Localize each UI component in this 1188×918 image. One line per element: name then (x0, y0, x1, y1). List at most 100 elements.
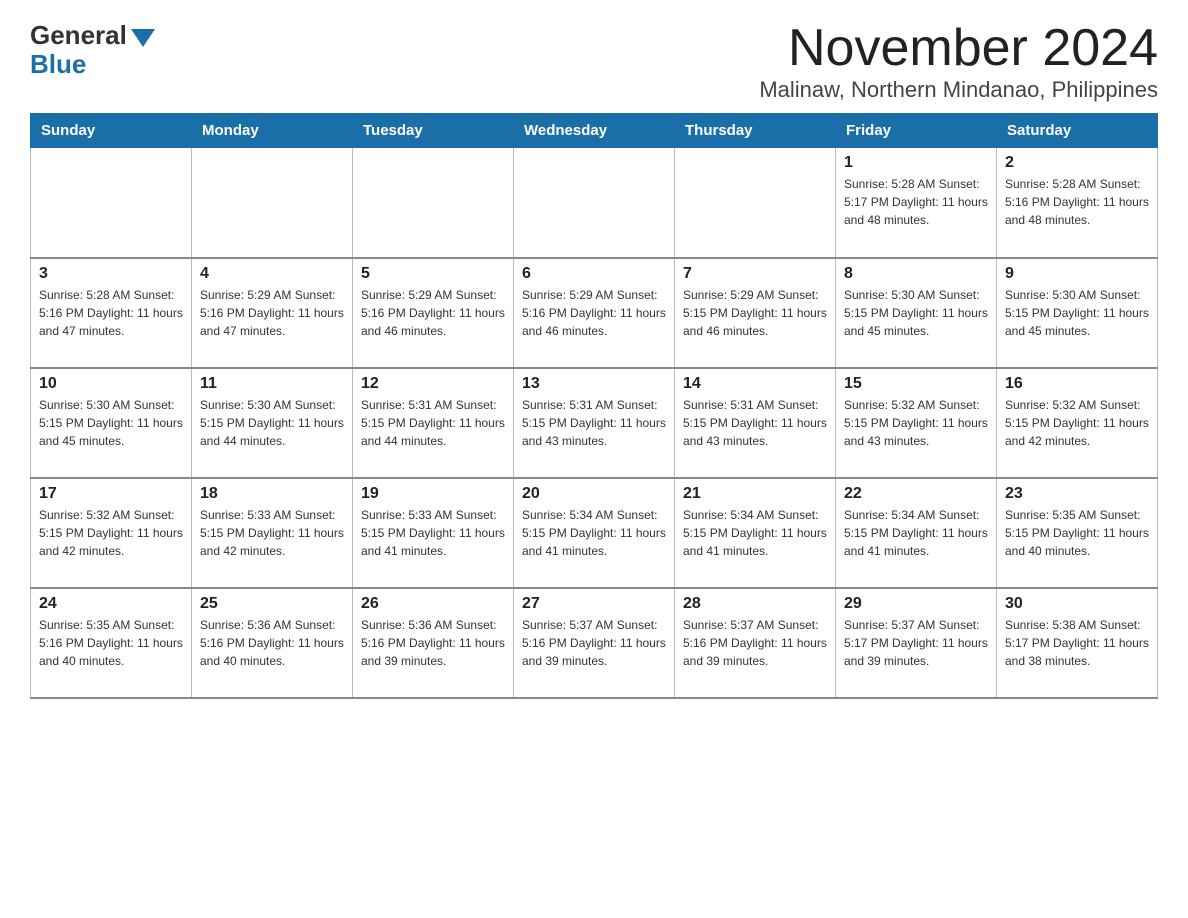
day-info: Sunrise: 5:37 AM Sunset: 5:17 PM Dayligh… (844, 616, 988, 670)
day-info: Sunrise: 5:30 AM Sunset: 5:15 PM Dayligh… (39, 396, 183, 450)
day-number: 28 (683, 595, 827, 613)
week-row-3: 10 Sunrise: 5:30 AM Sunset: 5:15 PM Dayli… (31, 368, 1158, 478)
day-info: Sunrise: 5:36 AM Sunset: 5:16 PM Dayligh… (200, 616, 344, 670)
day-info: Sunrise: 5:29 AM Sunset: 5:16 PM Dayligh… (522, 286, 666, 340)
day-info: Sunrise: 5:31 AM Sunset: 5:15 PM Dayligh… (361, 396, 505, 450)
calendar-cell: 11 Sunrise: 5:30 AM Sunset: 5:15 PM Dayli… (192, 368, 353, 478)
day-info: Sunrise: 5:30 AM Sunset: 5:15 PM Dayligh… (200, 396, 344, 450)
calendar-cell: 16 Sunrise: 5:32 AM Sunset: 5:15 PM Dayli… (997, 368, 1158, 478)
weekday-header-saturday: Saturday (997, 114, 1158, 148)
calendar-cell: 29 Sunrise: 5:37 AM Sunset: 5:17 PM Dayli… (836, 588, 997, 698)
weekday-header-monday: Monday (192, 114, 353, 148)
logo-general-text: General (30, 20, 127, 51)
calendar-cell: 5 Sunrise: 5:29 AM Sunset: 5:16 PM Daylig… (353, 258, 514, 368)
calendar-cell (192, 148, 353, 258)
day-number: 14 (683, 375, 827, 393)
calendar-cell: 13 Sunrise: 5:31 AM Sunset: 5:15 PM Dayli… (514, 368, 675, 478)
day-number: 15 (844, 375, 988, 393)
day-info: Sunrise: 5:30 AM Sunset: 5:15 PM Dayligh… (844, 286, 988, 340)
day-number: 1 (844, 154, 988, 172)
calendar-cell: 18 Sunrise: 5:33 AM Sunset: 5:15 PM Dayli… (192, 478, 353, 588)
calendar-cell: 15 Sunrise: 5:32 AM Sunset: 5:15 PM Dayli… (836, 368, 997, 478)
calendar-cell: 1Sunrise: 5:28 AM Sunset: 5:17 PM Daylig… (836, 148, 997, 258)
calendar-cell: 19 Sunrise: 5:33 AM Sunset: 5:15 PM Dayli… (353, 478, 514, 588)
calendar-cell: 28 Sunrise: 5:37 AM Sunset: 5:16 PM Dayli… (675, 588, 836, 698)
page-header: General Blue November 2024 Malinaw, Nort… (30, 20, 1158, 103)
calendar-cell: 12 Sunrise: 5:31 AM Sunset: 5:15 PM Dayli… (353, 368, 514, 478)
weekday-header-tuesday: Tuesday (353, 114, 514, 148)
calendar-cell: 14 Sunrise: 5:31 AM Sunset: 5:15 PM Dayli… (675, 368, 836, 478)
day-info: Sunrise: 5:33 AM Sunset: 5:15 PM Dayligh… (200, 506, 344, 560)
day-number: 8 (844, 265, 988, 283)
day-number: 11 (200, 375, 344, 393)
day-info: Sunrise: 5:29 AM Sunset: 5:16 PM Dayligh… (361, 286, 505, 340)
day-info: Sunrise: 5:32 AM Sunset: 5:15 PM Dayligh… (39, 506, 183, 560)
weekday-header-sunday: Sunday (31, 114, 192, 148)
calendar-cell: 27 Sunrise: 5:37 AM Sunset: 5:16 PM Dayli… (514, 588, 675, 698)
day-info: Sunrise: 5:28 AM Sunset: 5:16 PM Dayligh… (39, 286, 183, 340)
day-number: 29 (844, 595, 988, 613)
day-info: Sunrise: 5:29 AM Sunset: 5:15 PM Dayligh… (683, 286, 827, 340)
day-info: Sunrise: 5:35 AM Sunset: 5:15 PM Dayligh… (1005, 506, 1149, 560)
calendar-cell: 2 Sunrise: 5:28 AM Sunset: 5:16 PM Daylig… (997, 148, 1158, 258)
calendar-table: SundayMondayTuesdayWednesdayThursdayFrid… (30, 113, 1158, 699)
day-number: 5 (361, 265, 505, 283)
logo-arrow-icon (131, 29, 155, 47)
calendar-cell: 3 Sunrise: 5:28 AM Sunset: 5:16 PM Daylig… (31, 258, 192, 368)
day-info: Sunrise: 5:37 AM Sunset: 5:16 PM Dayligh… (683, 616, 827, 670)
logo-blue-text: Blue (30, 49, 86, 80)
day-number: 16 (1005, 375, 1149, 393)
day-number: 4 (200, 265, 344, 283)
calendar-cell: 7Sunrise: 5:29 AM Sunset: 5:15 PM Daylig… (675, 258, 836, 368)
day-number: 19 (361, 485, 505, 503)
week-row-4: 17 Sunrise: 5:32 AM Sunset: 5:15 PM Dayli… (31, 478, 1158, 588)
calendar-cell: 24 Sunrise: 5:35 AM Sunset: 5:16 PM Dayli… (31, 588, 192, 698)
calendar-cell: 8 Sunrise: 5:30 AM Sunset: 5:15 PM Daylig… (836, 258, 997, 368)
day-info: Sunrise: 5:32 AM Sunset: 5:15 PM Dayligh… (844, 396, 988, 450)
day-info: Sunrise: 5:32 AM Sunset: 5:15 PM Dayligh… (1005, 396, 1149, 450)
day-number: 12 (361, 375, 505, 393)
calendar-cell: 25Sunrise: 5:36 AM Sunset: 5:16 PM Dayli… (192, 588, 353, 698)
day-info: Sunrise: 5:28 AM Sunset: 5:16 PM Dayligh… (1005, 175, 1149, 229)
day-info: Sunrise: 5:37 AM Sunset: 5:16 PM Dayligh… (522, 616, 666, 670)
subtitle: Malinaw, Northern Mindanao, Philippines (759, 77, 1158, 103)
day-number: 6 (522, 265, 666, 283)
day-number: 21 (683, 485, 827, 503)
day-info: Sunrise: 5:31 AM Sunset: 5:15 PM Dayligh… (683, 396, 827, 450)
logo-general: General (30, 20, 155, 51)
day-number: 27 (522, 595, 666, 613)
day-info: Sunrise: 5:29 AM Sunset: 5:16 PM Dayligh… (200, 286, 344, 340)
day-number: 22 (844, 485, 988, 503)
day-info: Sunrise: 5:31 AM Sunset: 5:15 PM Dayligh… (522, 396, 666, 450)
weekday-header-thursday: Thursday (675, 114, 836, 148)
calendar-cell: 30Sunrise: 5:38 AM Sunset: 5:17 PM Dayli… (997, 588, 1158, 698)
calendar-cell (514, 148, 675, 258)
day-number: 9 (1005, 265, 1149, 283)
day-info: Sunrise: 5:33 AM Sunset: 5:15 PM Dayligh… (361, 506, 505, 560)
weekday-header-wednesday: Wednesday (514, 114, 675, 148)
day-number: 24 (39, 595, 183, 613)
day-number: 17 (39, 485, 183, 503)
day-number: 2 (1005, 154, 1149, 172)
day-number: 26 (361, 595, 505, 613)
week-row-5: 24 Sunrise: 5:35 AM Sunset: 5:16 PM Dayli… (31, 588, 1158, 698)
calendar-cell: 9 Sunrise: 5:30 AM Sunset: 5:15 PM Daylig… (997, 258, 1158, 368)
calendar-cell: 20Sunrise: 5:34 AM Sunset: 5:15 PM Dayli… (514, 478, 675, 588)
day-number: 20 (522, 485, 666, 503)
week-row-2: 3 Sunrise: 5:28 AM Sunset: 5:16 PM Daylig… (31, 258, 1158, 368)
calendar-cell: 22 Sunrise: 5:34 AM Sunset: 5:15 PM Dayli… (836, 478, 997, 588)
day-number: 10 (39, 375, 183, 393)
calendar-cell (675, 148, 836, 258)
calendar-cell: 26Sunrise: 5:36 AM Sunset: 5:16 PM Dayli… (353, 588, 514, 698)
day-number: 3 (39, 265, 183, 283)
calendar-cell: 21 Sunrise: 5:34 AM Sunset: 5:15 PM Dayli… (675, 478, 836, 588)
calendar-cell: 4 Sunrise: 5:29 AM Sunset: 5:16 PM Daylig… (192, 258, 353, 368)
day-info: Sunrise: 5:34 AM Sunset: 5:15 PM Dayligh… (844, 506, 988, 560)
weekday-header-friday: Friday (836, 114, 997, 148)
day-info: Sunrise: 5:30 AM Sunset: 5:15 PM Dayligh… (1005, 286, 1149, 340)
day-number: 13 (522, 375, 666, 393)
day-info: Sunrise: 5:34 AM Sunset: 5:15 PM Dayligh… (683, 506, 827, 560)
day-info: Sunrise: 5:35 AM Sunset: 5:16 PM Dayligh… (39, 616, 183, 670)
day-number: 18 (200, 485, 344, 503)
calendar-cell (353, 148, 514, 258)
